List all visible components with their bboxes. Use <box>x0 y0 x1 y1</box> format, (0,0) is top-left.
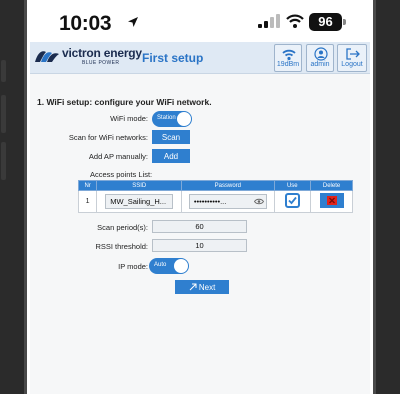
col-header-ssid: SSID <box>96 180 183 191</box>
ap-delete-cell <box>310 190 353 213</box>
scan-button[interactable]: Scan <box>152 130 190 144</box>
next-button[interactable]: Next <box>175 280 229 294</box>
brand-subtitle: BLUE POWER <box>82 60 120 66</box>
scan-label: Scan for WiFi networks: <box>68 133 148 142</box>
battery-tip <box>343 19 346 25</box>
col-header-use: Use <box>273 180 312 191</box>
wifi-mode-value: Station <box>157 115 176 121</box>
ap-password-cell: ••••••••••... <box>181 190 275 213</box>
user-icon <box>314 47 328 61</box>
cellular-signal-icon <box>258 14 280 28</box>
next-arrow-icon <box>189 283 197 290</box>
wifi-status-icon <box>286 14 304 28</box>
delete-button[interactable] <box>319 193 344 208</box>
wifi-signal-button[interactable]: 19dBm <box>274 44 302 72</box>
section-title: 1. WiFi setup: configure your WiFi netwo… <box>37 97 212 107</box>
add-ap-label: Add AP manually: <box>88 152 148 161</box>
scan-period-label: Scan period(s): <box>97 223 148 232</box>
ip-mode-toggle[interactable]: Auto <box>149 258 189 274</box>
checkmark-icon <box>288 196 297 205</box>
col-header-nr: Nr <box>77 180 98 191</box>
admin-button[interactable]: admin <box>306 44 334 72</box>
logout-button[interactable]: Logout <box>337 44 367 72</box>
ip-mode-value: Auto <box>154 262 167 268</box>
phone-frame: 10:03 96 victron energy BLUE POWER First… <box>0 0 400 394</box>
password-input[interactable]: ••••••••••... <box>188 194 267 209</box>
screen: 10:03 96 victron energy BLUE POWER First… <box>30 0 370 394</box>
app-header: victron energy BLUE POWER First setup 19… <box>30 42 370 74</box>
victron-logo-icon <box>35 51 59 62</box>
delete-icon <box>326 196 337 205</box>
clock: 10:03 <box>59 12 112 35</box>
page-title: First setup <box>142 51 204 65</box>
side-button <box>1 60 6 82</box>
access-points-table: Nr SSID Password Use Delete 1 MW_Sailing… <box>77 180 353 213</box>
rssi-threshold-input[interactable]: 10 <box>152 239 247 252</box>
ap-list-caption: Access points List: <box>90 170 153 179</box>
ip-mode-label: IP mode: <box>118 262 148 271</box>
admin-label: admin <box>310 61 330 68</box>
close-icon <box>328 197 335 204</box>
brand-name: victron energy <box>62 46 142 60</box>
wifi-signal-label: 19dBm <box>276 61 300 68</box>
toggle-knob <box>174 259 188 273</box>
ap-nr: 1 <box>77 190 98 213</box>
add-ap-button[interactable]: Add <box>152 149 190 163</box>
table-row: 1 MW_Sailing_H... ••••••••••... <box>77 190 353 213</box>
rssi-threshold-label: RSSI threshold: <box>95 242 148 251</box>
battery-indicator: 96 <box>309 13 342 31</box>
wifi-icon <box>282 49 296 61</box>
table-header-row: Nr SSID Password Use Delete <box>77 180 353 191</box>
location-arrow-icon <box>128 17 138 27</box>
ap-ssid-cell: MW_Sailing_H... <box>96 190 183 213</box>
ap-use-cell <box>273 190 312 213</box>
col-header-delete: Delete <box>310 180 353 191</box>
side-button <box>1 95 6 133</box>
phone-bezel-right <box>373 0 400 394</box>
password-value: ••••••••••... <box>193 197 227 206</box>
eye-icon[interactable] <box>253 198 264 205</box>
col-header-password: Password <box>181 180 275 191</box>
wifi-setup-panel: 1. WiFi setup: configure your WiFi netwo… <box>30 74 370 394</box>
use-checkbox[interactable] <box>284 193 300 208</box>
ssid-input[interactable]: MW_Sailing_H... <box>105 194 174 209</box>
next-label: Next <box>198 282 216 292</box>
logout-icon <box>346 48 360 60</box>
wifi-mode-toggle[interactable]: Station <box>152 111 192 127</box>
toggle-knob <box>177 112 191 126</box>
wifi-mode-label: WiFi mode: <box>110 114 148 123</box>
status-bar: 10:03 96 <box>30 0 370 42</box>
side-button <box>1 142 6 180</box>
scan-period-input[interactable]: 60 <box>152 220 247 233</box>
logout-label: Logout <box>341 61 363 68</box>
